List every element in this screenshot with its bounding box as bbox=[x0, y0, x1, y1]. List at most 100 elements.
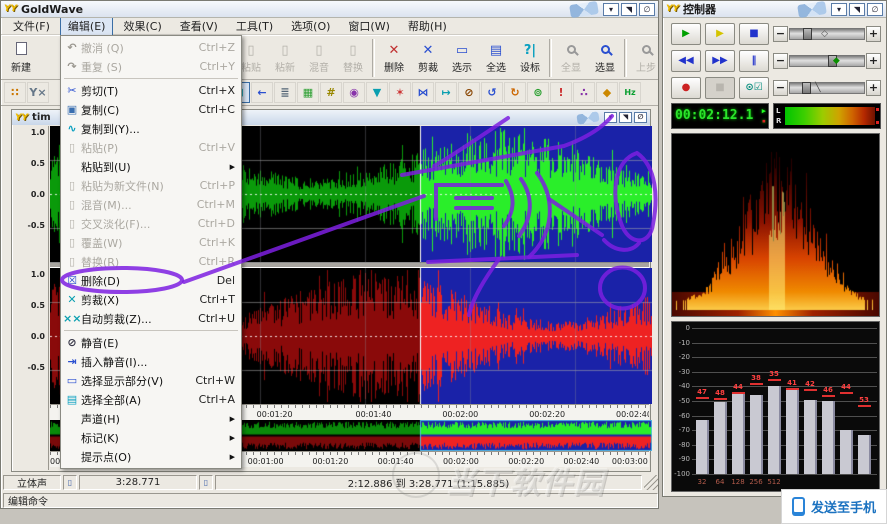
menu-item-粘贴为新文件N[interactable]: ▯粘贴为新文件(N)Ctrl+P bbox=[61, 176, 241, 195]
small-tool-button[interactable]: ! bbox=[550, 82, 572, 103]
menu-item-选择显示部分V[interactable]: ▭选择显示部分(V)Ctrl+W bbox=[61, 371, 241, 390]
small-tool-button[interactable]: ▼ bbox=[366, 82, 388, 103]
menu-w[interactable]: 窗口(W) bbox=[340, 16, 397, 36]
menu-item-提示点O[interactable]: 提示点(O)▶ bbox=[61, 447, 241, 466]
menu-item-覆盖W[interactable]: ▯覆盖(W)Ctrl+K bbox=[61, 233, 241, 252]
small-tool-button[interactable]: ◉ bbox=[343, 82, 365, 103]
menu-item-复制到Y[interactable]: ∿复制到(Y)... bbox=[61, 119, 241, 138]
close-button[interactable]: ∅ bbox=[867, 3, 883, 16]
spectrum-bar-meter[interactable]: 0-10-20-30-40-50-60-70-80-90-10047484438… bbox=[671, 321, 880, 492]
small-tool-button[interactable]: ∴ bbox=[573, 82, 595, 103]
menu-item-交叉淡化F[interactable]: ▯交叉淡化(F)...Ctrl+D bbox=[61, 214, 241, 233]
menu-o[interactable]: 选项(O) bbox=[283, 16, 338, 36]
toolbar-button-选显[interactable]: 选显 bbox=[588, 37, 622, 78]
menu-item-删除D[interactable]: ☒删除(D)Del bbox=[61, 271, 241, 290]
menu-item-标记K[interactable]: 标记(K)▶ bbox=[61, 428, 241, 447]
slider-plus-button[interactable]: + bbox=[866, 26, 881, 42]
play-selection-button[interactable]: ▶ bbox=[705, 23, 735, 45]
menu-item-选择全部A[interactable]: ▤选择全部(A)Ctrl+A bbox=[61, 390, 241, 409]
toolbar-button-设标[interactable]: ?|设标 bbox=[513, 37, 547, 78]
menu-item-重复S[interactable]: ↷重复 (S)Ctrl+Y bbox=[61, 57, 241, 76]
menu-item-剪切T[interactable]: ✂剪切(T)Ctrl+X bbox=[61, 81, 241, 100]
maximize-button[interactable]: ◥ bbox=[621, 3, 637, 16]
minimize-button[interactable]: ▾ bbox=[604, 112, 617, 123]
small-tool-button[interactable]: # bbox=[320, 82, 342, 103]
toolbar-button-剪裁[interactable]: ✕剪裁 bbox=[411, 37, 445, 78]
close-button[interactable]: ∅ bbox=[639, 3, 655, 16]
toolbar-button-上步[interactable]: 上步 bbox=[629, 37, 663, 78]
menu-item-静音E[interactable]: ⊘静音(E) bbox=[61, 333, 241, 352]
small-tool-button[interactable]: ≣ bbox=[274, 82, 296, 103]
small-tool-button[interactable]: ↺ bbox=[481, 82, 503, 103]
main-titlebar[interactable]: YY GoldWave ▾◥∅ bbox=[1, 1, 658, 18]
eq-peak-value: 38 bbox=[748, 374, 764, 382]
small-tool-button[interactable]: ↦ bbox=[435, 82, 457, 103]
menu-f[interactable]: 文件(F) bbox=[5, 16, 58, 36]
menu-item-替换R[interactable]: ▯替换(R)Ctrl+R bbox=[61, 252, 241, 271]
toolbar-button-全选[interactable]: ▤全选 bbox=[479, 37, 513, 78]
small-tool-button[interactable]: Hz bbox=[619, 82, 641, 103]
slider-track[interactable]: ◇ bbox=[789, 28, 865, 40]
ruler-label: 00:02:20 bbox=[508, 457, 544, 466]
controller-titlebar[interactable]: YY 控制器 ▾◥∅ bbox=[663, 1, 886, 18]
small-tool-button[interactable]: ← bbox=[251, 82, 273, 103]
minimize-button[interactable]: ▾ bbox=[603, 3, 619, 16]
menu-item-混音M[interactable]: ▯混音(M)...Ctrl+M bbox=[61, 195, 241, 214]
small-tool-button[interactable]: ▦ bbox=[297, 82, 319, 103]
toolbar-button-粘新[interactable]: ▯粘新 bbox=[268, 37, 302, 78]
menu-h[interactable]: 帮助(H) bbox=[400, 16, 455, 36]
small-tool-button[interactable]: ⋈ bbox=[412, 82, 434, 103]
toolbar-button-替换[interactable]: ▯替换 bbox=[336, 37, 370, 78]
menu-item-自动剪裁Z[interactable]: ××自动剪裁(Z)...Ctrl+U bbox=[61, 309, 241, 328]
menu-item-剪裁X[interactable]: ✕剪裁(X)Ctrl+T bbox=[61, 290, 241, 309]
slider-track[interactable]: ╲ bbox=[789, 82, 865, 94]
menu-item-复制C[interactable]: ▣复制(C)Ctrl+C bbox=[61, 100, 241, 119]
small-tool-button[interactable]: ⊘ bbox=[458, 82, 480, 103]
spectrum-flame-display[interactable] bbox=[671, 133, 880, 317]
fast-forward-button[interactable]: ▶▶ bbox=[705, 50, 735, 72]
small-tool-button[interactable]: ↻ bbox=[504, 82, 526, 103]
menu-item-粘贴到U[interactable]: 粘贴到(U)▶ bbox=[61, 157, 241, 176]
menu-v[interactable]: 查看(V) bbox=[172, 16, 226, 36]
slider-plus-button[interactable]: + bbox=[866, 53, 881, 69]
eq-xtick-label: 256 bbox=[749, 478, 762, 486]
slider-plus-button[interactable]: + bbox=[866, 80, 881, 96]
toolbar-button-混音[interactable]: ▯混音 bbox=[302, 37, 336, 78]
slider-track[interactable]: ◆ bbox=[789, 55, 865, 67]
toolbar-button-选示[interactable]: ▭选示 bbox=[445, 37, 479, 78]
slider-thumb[interactable] bbox=[803, 28, 812, 40]
slider-minus-button[interactable]: − bbox=[773, 53, 788, 69]
menu-e[interactable]: 编辑(E) bbox=[60, 16, 114, 36]
play-button[interactable]: ▶ bbox=[671, 23, 701, 45]
pause-button[interactable]: ‖ bbox=[739, 50, 769, 72]
menu-c[interactable]: 效果(C) bbox=[115, 16, 169, 36]
insert-icon: ⇥ bbox=[63, 355, 81, 368]
send-to-phone-button[interactable]: 发送至手机 bbox=[781, 489, 887, 524]
minimize-button[interactable]: ▾ bbox=[831, 3, 847, 16]
toolbar-button-全显[interactable]: 全显 bbox=[554, 37, 588, 78]
menu-item-插入静音I[interactable]: ⇥插入静音(I)... bbox=[61, 352, 241, 371]
menu-item-粘贴P[interactable]: ▯粘贴(P)Ctrl+V bbox=[61, 138, 241, 157]
small-tool-button[interactable]: ∷ bbox=[4, 82, 26, 103]
record-options-button[interactable]: ⊙☑ bbox=[739, 77, 769, 99]
small-tool-button[interactable]: ◆ bbox=[596, 82, 618, 103]
record-button[interactable]: ● bbox=[671, 77, 701, 99]
stop-button[interactable]: ■ bbox=[739, 23, 769, 45]
close-button[interactable]: ∅ bbox=[634, 112, 647, 123]
slider-minus-button[interactable]: − bbox=[773, 80, 788, 96]
resize-grip[interactable] bbox=[644, 475, 658, 490]
small-tool-button[interactable]: Y× bbox=[27, 82, 49, 103]
slider-minus-button[interactable]: − bbox=[773, 26, 788, 42]
rewind-button[interactable]: ◀◀ bbox=[671, 50, 701, 72]
toolbar-button-新建[interactable]: 新建 bbox=[4, 37, 38, 78]
small-tool-button[interactable]: ⊚ bbox=[527, 82, 549, 103]
maximize-button[interactable]: ◥ bbox=[849, 3, 865, 16]
menu-item-撤消Q[interactable]: ↶撤消 (Q)Ctrl+Z bbox=[61, 38, 241, 57]
toolbar-button-label: 混音 bbox=[309, 59, 329, 74]
toolbar-button-删除[interactable]: ✕删除 bbox=[377, 37, 411, 78]
menu-t[interactable]: 工具(T) bbox=[228, 16, 281, 36]
menu-item-声道H[interactable]: 声道(H)▶ bbox=[61, 409, 241, 428]
maximize-button[interactable]: ◥ bbox=[619, 112, 632, 123]
slider-thumb[interactable] bbox=[802, 82, 811, 94]
small-tool-button[interactable]: ✶ bbox=[389, 82, 411, 103]
